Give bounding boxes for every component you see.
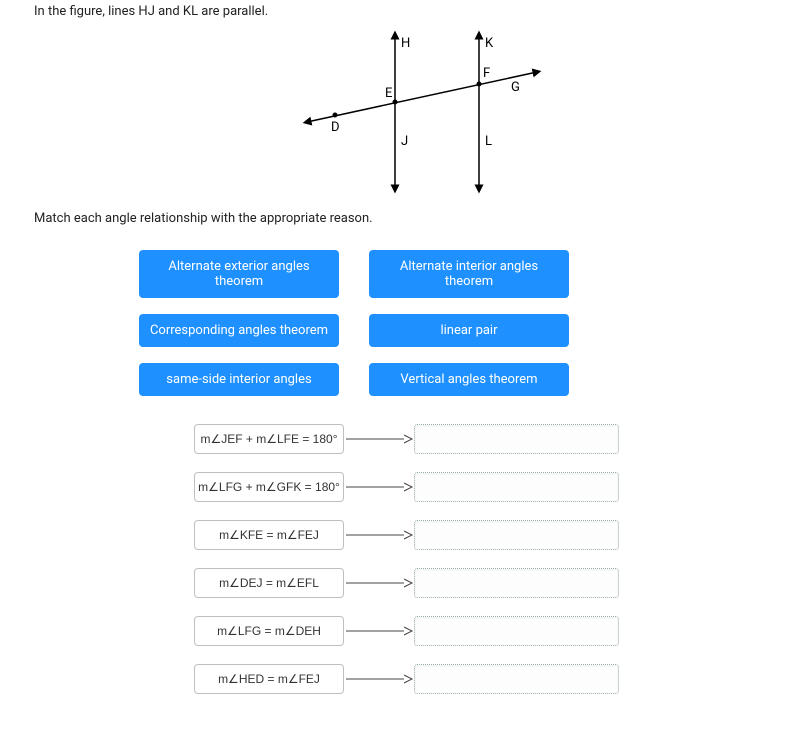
chip-row: Alternate exterior angles theorem Altern… — [139, 250, 569, 298]
lhs-box: m∠LFG + m∠GFK = 180° — [194, 472, 344, 502]
label-D: D — [331, 120, 340, 135]
drop-target[interactable] — [414, 568, 619, 598]
label-H: H — [401, 36, 410, 51]
match-area: m∠JEF + m∠LFE = 180° m∠LFG + m∠GFK = 180… — [194, 424, 754, 694]
label-J: J — [401, 134, 408, 149]
arrow-icon — [344, 528, 414, 542]
lhs-box: m∠KFE = m∠FEJ — [194, 520, 344, 550]
chip-corresponding[interactable]: Corresponding angles theorem — [139, 314, 339, 347]
arrow-icon — [344, 480, 414, 494]
match-row: m∠KFE = m∠FEJ — [194, 520, 754, 550]
lhs-box: m∠JEF + m∠LFE = 180° — [194, 424, 344, 454]
match-row: m∠JEF + m∠LFE = 180° — [194, 424, 754, 454]
reason-chips: Alternate exterior angles theorem Altern… — [74, 250, 634, 396]
chip-vertical-angles[interactable]: Vertical angles theorem — [369, 363, 569, 396]
intro-text: In the figure, lines HJ and KL are paral… — [34, 4, 800, 19]
page-root: In the figure, lines HJ and KL are paral… — [0, 0, 800, 714]
lhs-box: m∠LFG = m∠DEH — [194, 616, 344, 646]
drop-target[interactable] — [414, 664, 619, 694]
arrow-icon — [344, 672, 414, 686]
lhs-box: m∠HED = m∠FEJ — [194, 664, 344, 694]
drop-target[interactable] — [414, 616, 619, 646]
drop-target[interactable] — [414, 472, 619, 502]
match-row: m∠LFG = m∠DEH — [194, 616, 754, 646]
chip-row: same-side interior angles Vertical angle… — [139, 363, 569, 396]
label-G: G — [511, 80, 520, 95]
label-K: K — [485, 36, 494, 51]
geometry-figure: H J K L D E F G — [277, 27, 557, 197]
match-row: m∠DEJ = m∠EFL — [194, 568, 754, 598]
arrow-icon — [344, 432, 414, 446]
chip-alt-interior[interactable]: Alternate interior angles theorem — [369, 250, 569, 298]
lhs-box: m∠DEJ = m∠EFL — [194, 568, 344, 598]
chip-same-side-interior[interactable]: same-side interior angles — [139, 363, 339, 396]
instruction-text: Match each angle relationship with the a… — [34, 211, 800, 226]
arrow-icon — [344, 576, 414, 590]
match-row: m∠LFG + m∠GFK = 180° — [194, 472, 754, 502]
chip-alt-exterior[interactable]: Alternate exterior angles theorem — [139, 250, 339, 298]
label-E: E — [385, 86, 392, 101]
drop-target[interactable] — [414, 520, 619, 550]
chip-row: Corresponding angles theorem linear pair — [139, 314, 569, 347]
chip-linear-pair[interactable]: linear pair — [369, 314, 569, 347]
label-L: L — [485, 134, 492, 149]
label-F: F — [483, 66, 490, 81]
figure-container: H J K L D E F G — [34, 27, 800, 197]
match-row: m∠HED = m∠FEJ — [194, 664, 754, 694]
arrow-icon — [344, 624, 414, 638]
drop-target[interactable] — [414, 424, 619, 454]
